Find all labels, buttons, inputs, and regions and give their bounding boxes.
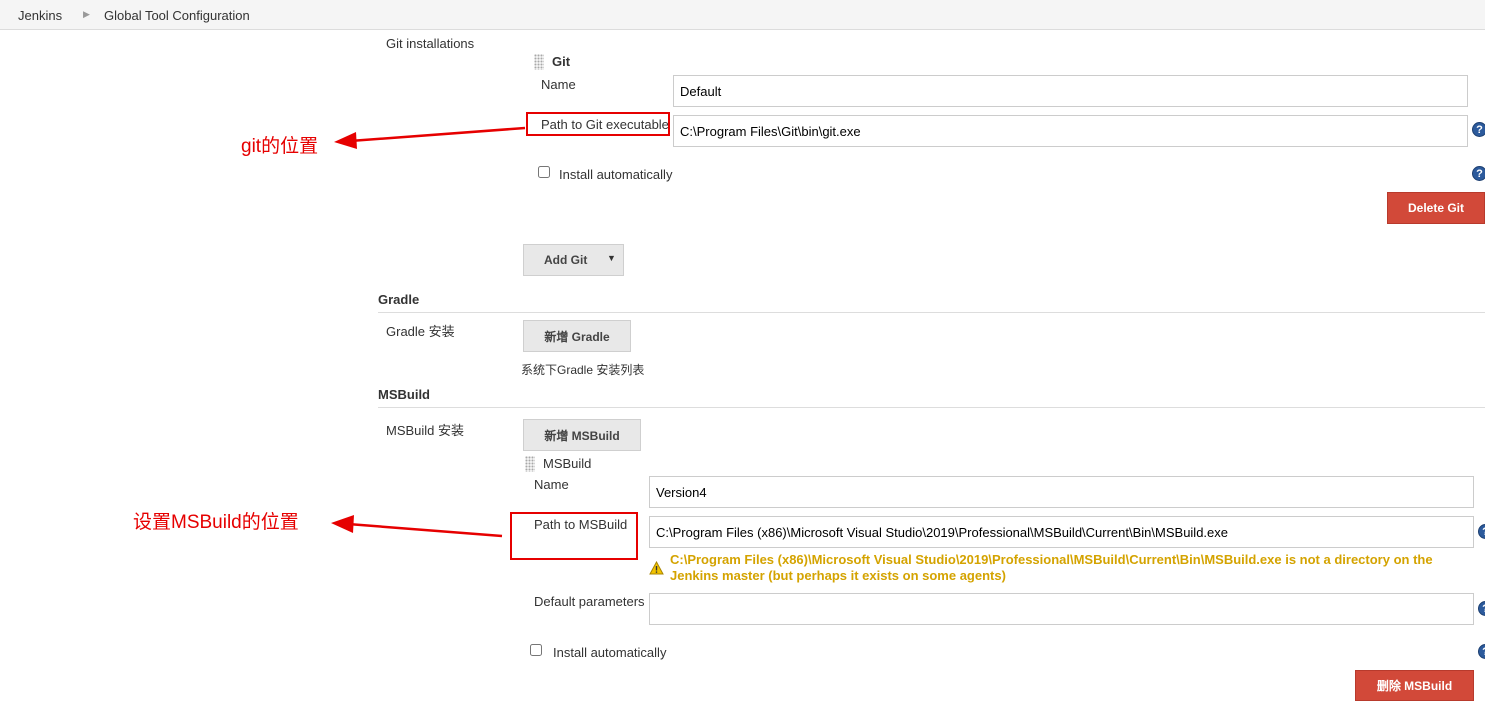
msbuild-install-label: MSBuild 安装 <box>386 423 465 438</box>
help-icon[interactable]: ? <box>1472 122 1485 137</box>
gradle-install-label: Gradle 安装 <box>386 324 455 339</box>
msbuild-section-title: MSBuild <box>378 387 430 402</box>
git-install-auto-label: Install automatically <box>559 167 673 182</box>
msbuild-annotation-text: 设置MSBuild的位置 <box>133 512 299 533</box>
msbuild-path-input[interactable] <box>649 516 1474 548</box>
git-install-auto-checkbox[interactable] <box>538 166 550 178</box>
help-icon[interactable]: ? <box>1478 524 1485 539</box>
msbuild-name-input[interactable] <box>649 476 1474 508</box>
breadcrumb-home-link[interactable]: Jenkins <box>18 8 62 23</box>
msbuild-item-title: MSBuild <box>543 456 592 471</box>
msbuild-install-auto-label: Install automatically <box>553 645 667 660</box>
drag-handle-icon[interactable] <box>534 54 544 70</box>
breadcrumb-current[interactable]: Global Tool Configuration <box>104 8 250 23</box>
delete-msbuild-button[interactable]: 删除 MSBuild <box>1355 670 1474 701</box>
msbuild-path-highlight-box <box>510 512 638 560</box>
gradle-list-note: 系统下Gradle 安装列表 <box>521 363 645 377</box>
git-path-input[interactable] <box>673 115 1468 147</box>
msbuild-default-params-input[interactable] <box>649 593 1474 625</box>
msbuild-install-auto-checkbox[interactable] <box>530 644 542 656</box>
arrow-left-icon <box>334 126 526 149</box>
help-icon[interactable]: ? <box>1472 166 1485 181</box>
add-git-label: Add Git <box>544 253 588 267</box>
delete-git-button[interactable]: Delete Git <box>1387 192 1485 224</box>
warning-line-2: Jenkins master (but perhaps it exists on… <box>670 568 1006 583</box>
msbuild-name-label: Name <box>534 477 569 492</box>
arrow-left-icon <box>331 515 503 538</box>
breadcrumb: Jenkins ▶ Global Tool Configuration <box>0 0 1485 30</box>
msbuild-path-warning: C:\Program Files (x86)\Microsoft Visual … <box>670 552 1460 584</box>
git-path-highlight-box <box>526 112 670 136</box>
git-annotation-text: git的位置 <box>241 136 319 157</box>
msbuild-default-params-label: Default parameters <box>534 594 645 609</box>
msbuild-divider <box>378 407 1485 408</box>
git-item-title: Git <box>552 54 571 69</box>
gradle-divider <box>378 312 1485 313</box>
add-msbuild-button[interactable]: 新增 MSBuild <box>523 419 641 451</box>
chevron-right-icon: ▶ <box>83 9 90 19</box>
git-name-label: Name <box>541 77 576 92</box>
add-gradle-button[interactable]: 新增 Gradle <box>523 320 631 352</box>
warning-line-1: C:\Program Files (x86)\Microsoft Visual … <box>670 552 1433 567</box>
git-name-input[interactable] <box>673 75 1468 107</box>
add-git-button[interactable]: Add Git ▼ <box>523 244 624 276</box>
git-installations-label: Git installations <box>386 36 475 51</box>
gradle-section-title: Gradle <box>378 292 420 307</box>
help-icon[interactable]: ? <box>1478 644 1485 659</box>
warning-icon <box>649 561 664 575</box>
caret-down-icon: ▼ <box>607 253 616 263</box>
drag-handle-icon[interactable] <box>525 456 535 472</box>
help-icon[interactable]: ? <box>1478 601 1485 616</box>
